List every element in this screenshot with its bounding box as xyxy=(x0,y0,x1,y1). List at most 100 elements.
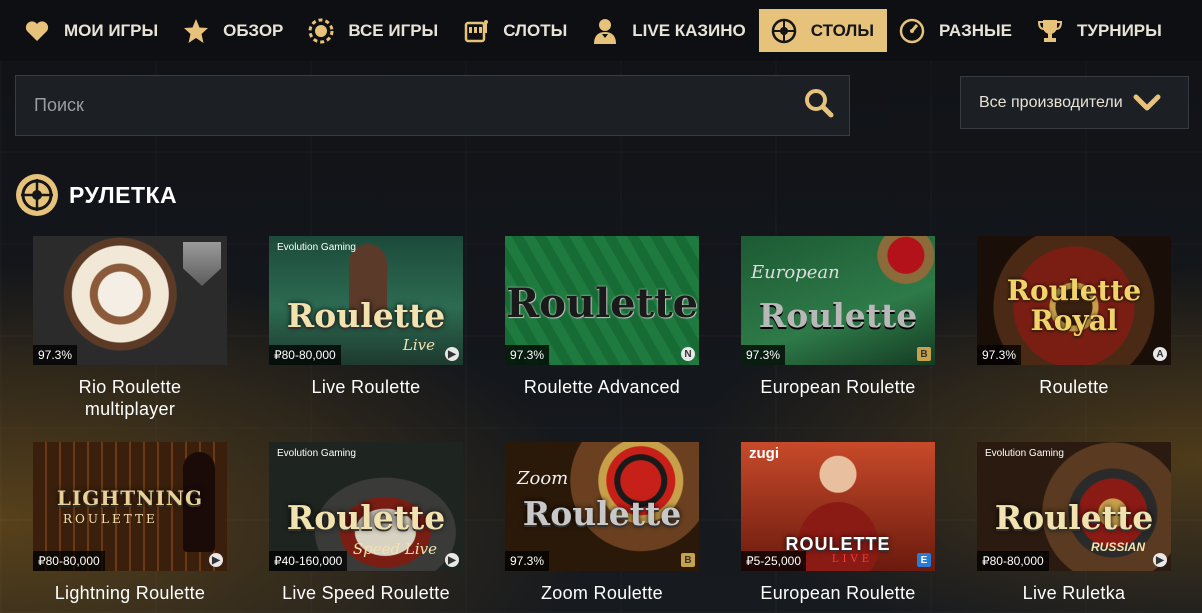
nav-tables[interactable]: СТОЛЫ xyxy=(758,9,887,52)
nav-live-casino[interactable]: LIVE КАЗИНО xyxy=(580,9,759,52)
thumbnail-title: Roulette xyxy=(522,494,682,533)
provider-mark: B xyxy=(681,553,695,567)
game-card[interactable]: Evolution Gaming Roulette Speed Live ₽40… xyxy=(269,442,463,604)
rtp-badge: 97.3% xyxy=(505,345,550,365)
game-name: Lightning Roulette xyxy=(54,583,206,603)
play-icon: ▶ xyxy=(445,347,459,361)
thumbnail-subtitle: Live xyxy=(402,336,435,354)
game-name: Rio Roulette multiplayer xyxy=(78,377,182,419)
section-header: РУЛЕТКА xyxy=(15,173,177,217)
game-name: European Roulette xyxy=(760,377,916,397)
provider-mark: E xyxy=(917,553,931,567)
nav-misc[interactable]: РАЗНЫЕ xyxy=(887,9,1025,52)
provider-logo: Evolution Gaming xyxy=(277,448,356,459)
thumbnail-subtitle: ROULETTE xyxy=(63,512,158,526)
thumbnail-subtitle: Speed Live xyxy=(352,540,437,558)
search-button[interactable] xyxy=(789,76,849,135)
thumbnail-subtitle: LIVE xyxy=(831,554,873,565)
rtp-badge: 97.3% xyxy=(33,345,78,365)
nav-label: ОБЗОР xyxy=(223,20,284,40)
top-nav: МОИ ИГРЫ ОБЗОР ВСЕ ИГРЫ СЛОТЫ LIVE КАЗИН… xyxy=(0,0,1202,61)
limit-badge: ₽80-80,000 xyxy=(977,551,1049,571)
provider-mark: A xyxy=(1153,347,1167,361)
play-icon: ▶ xyxy=(1153,553,1167,567)
game-name: Live Ruletka xyxy=(1022,583,1126,603)
game-thumbnail[interactable]: Roulette 97.3% N xyxy=(505,236,699,365)
thumbnail-title: Roulette xyxy=(505,280,699,327)
game-card[interactable]: Zoom Roulette 97.3% B Zoom Roulette xyxy=(505,442,699,604)
game-card[interactable]: Roulette 97.3% N Roulette Advanced xyxy=(505,236,699,398)
thumbnail-title: Roulette xyxy=(994,498,1154,537)
provider-mark: B xyxy=(917,347,931,361)
nav-overview[interactable]: ОБЗОР xyxy=(171,9,296,52)
provider-logo: zugi xyxy=(749,445,779,462)
game-name: Roulette Advanced xyxy=(523,377,681,397)
nav-label: LIVE КАЗИНО xyxy=(632,20,746,40)
nav-label: РАЗНЫЕ xyxy=(938,20,1012,40)
thumbnail-title: LIGHTNING xyxy=(56,486,204,510)
slot-machine-icon xyxy=(463,18,489,44)
game-thumbnail[interactable]: Roulette Royal 97.3% A xyxy=(977,236,1171,365)
game-card[interactable]: 97.3% Rio Roulette multiplayer xyxy=(33,236,227,420)
game-thumbnail[interactable]: Evolution Gaming Roulette Speed Live ₽40… xyxy=(269,442,463,571)
nav-label: ВСЕ ИГРЫ xyxy=(348,20,439,40)
game-name: Live Roulette xyxy=(311,377,421,397)
nav-label: ТУРНИРЫ xyxy=(1077,20,1162,40)
game-thumbnail[interactable]: 97.3% xyxy=(33,236,227,365)
game-name: European Roulette xyxy=(760,583,916,603)
rtp-badge: 97.3% xyxy=(741,345,786,365)
thumbnail-subtitle: European xyxy=(751,262,840,283)
search-icon xyxy=(804,88,834,123)
play-icon: ▶ xyxy=(445,553,459,567)
providers-dropdown[interactable]: Все производители xyxy=(960,76,1189,129)
game-name: Live Speed Roulette xyxy=(282,583,450,603)
game-name: Roulette xyxy=(1039,377,1109,397)
provider-logo: Evolution Gaming xyxy=(985,448,1064,459)
game-card[interactable]: zugi ROULETTE LIVE ₽5-25,000 E European … xyxy=(741,442,935,604)
roulette-icon xyxy=(771,18,797,44)
nav-my-games[interactable]: МОИ ИГРЫ xyxy=(12,9,171,52)
thumbnail-title: Roulette xyxy=(286,498,446,537)
dealer-icon xyxy=(592,18,618,44)
providers-label: Все производители xyxy=(979,93,1123,111)
chip-icon xyxy=(308,18,334,44)
thumbnail-subtitle: Zoom xyxy=(517,468,569,489)
thumbnail-title: Roulette Royal xyxy=(1006,274,1142,337)
chevron-down-icon xyxy=(1133,94,1161,112)
search-bar xyxy=(15,75,850,136)
nav-tournaments[interactable]: ТУРНИРЫ xyxy=(1025,9,1175,52)
game-thumbnail[interactable]: Zoom Roulette 97.3% B xyxy=(505,442,699,571)
limit-badge: ₽40-160,000 xyxy=(269,551,348,571)
limit-badge: ₽80-80,000 xyxy=(269,345,341,365)
game-thumbnail[interactable]: European Roulette 97.3% B xyxy=(741,236,935,365)
limit-badge: ₽5-25,000 xyxy=(741,551,807,571)
game-card[interactable]: Evolution Gaming Roulette RUSSIAN ₽80-80… xyxy=(977,442,1171,604)
game-name: Zoom Roulette xyxy=(541,583,663,603)
nav-all-games[interactable]: ВСЕ ИГРЫ xyxy=(296,9,451,52)
nav-label: МОИ ИГРЫ xyxy=(64,20,159,40)
game-card[interactable]: LIGHTNING ROULETTE ₽80-80,000 ▶ Lightnin… xyxy=(33,442,227,604)
nav-label: СЛОТЫ xyxy=(503,20,568,40)
game-card[interactable]: Roulette Royal 97.3% A Roulette xyxy=(977,236,1171,398)
game-thumbnail[interactable]: Evolution Gaming Roulette Live ₽80-80,00… xyxy=(269,236,463,365)
game-card[interactable]: European Roulette 97.3% B European Roule… xyxy=(741,236,935,398)
thumbnail-subtitle: RUSSIAN xyxy=(1090,540,1145,554)
search-input[interactable] xyxy=(16,95,789,116)
game-thumbnail[interactable]: zugi ROULETTE LIVE ₽5-25,000 E xyxy=(741,442,935,571)
thumbnail-title: Roulette xyxy=(758,296,918,335)
game-thumbnail[interactable]: Evolution Gaming Roulette RUSSIAN ₽80-80… xyxy=(977,442,1171,571)
provider-logo: Evolution Gaming xyxy=(277,242,356,253)
limit-badge: ₽80-80,000 xyxy=(33,551,105,571)
section-title: РУЛЕТКА xyxy=(69,181,178,208)
gauge-icon xyxy=(899,18,925,44)
heart-icon xyxy=(24,18,50,44)
nav-label: СТОЛЫ xyxy=(810,20,874,40)
game-thumbnail[interactable]: LIGHTNING ROULETTE ₽80-80,000 ▶ xyxy=(33,442,227,571)
nav-slots[interactable]: СЛОТЫ xyxy=(451,9,580,52)
thumbnail-title: Roulette xyxy=(286,296,446,335)
play-icon: ▶ xyxy=(209,553,223,567)
game-card[interactable]: Evolution Gaming Roulette Live ₽80-80,00… xyxy=(269,236,463,398)
roulette-icon xyxy=(15,173,59,217)
star-icon xyxy=(183,18,209,44)
trophy-icon xyxy=(1037,18,1063,44)
